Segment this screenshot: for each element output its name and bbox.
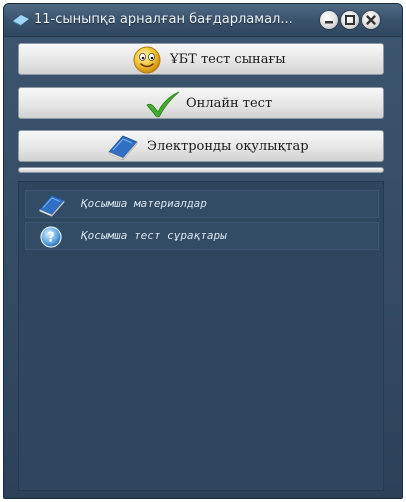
- ubt-test-label: ҰБТ тест сынағы: [170, 52, 286, 67]
- list-item-label: Қосымша материалдар: [81, 197, 207, 210]
- maximize-icon: [345, 15, 355, 25]
- e-textbooks-label: Электронды оқулықтар: [147, 139, 309, 154]
- smiley-face-icon: [133, 46, 161, 74]
- minimize-icon: [325, 21, 333, 24]
- title-bar[interactable]: 11-сыныпқа арналған бағдарламал...: [4, 4, 402, 37]
- collapsed-section-bar[interactable]: [18, 167, 384, 173]
- app-logo-icon: [13, 15, 29, 26]
- close-button[interactable]: [362, 11, 380, 29]
- list-item-additional-test-questions[interactable]: ? Қосымша тест сұрақтары: [25, 222, 379, 250]
- svg-text:?: ?: [47, 231, 55, 246]
- window-title: 11-сыныпқа арналған бағдарламал...: [34, 12, 293, 27]
- book-icon: [108, 135, 138, 160]
- online-test-label: Онлайн тест: [186, 96, 273, 111]
- list-item-additional-materials[interactable]: Қосымша материалдар: [25, 190, 379, 218]
- e-textbooks-button[interactable]: Электронды оқулықтар: [18, 130, 384, 162]
- maximize-button[interactable]: [341, 11, 359, 29]
- close-icon: [366, 15, 376, 25]
- ubt-test-button[interactable]: ҰБТ тест сынағы: [18, 43, 384, 75]
- help-icon: ?: [40, 226, 62, 248]
- list-item-label: Қосымша тест сұрақтары: [81, 229, 227, 242]
- book-icon: [38, 194, 65, 217]
- checkmark-icon: [146, 91, 180, 118]
- minimize-button[interactable]: [320, 11, 338, 29]
- content-panel: Қосымша материалдар ? Қосымша тест сұрақ…: [18, 181, 384, 491]
- online-test-button[interactable]: Онлайн тест: [18, 87, 384, 119]
- app-window: 11-сыныпқа арналған бағдарламал... ҰБТ т…: [3, 3, 403, 499]
